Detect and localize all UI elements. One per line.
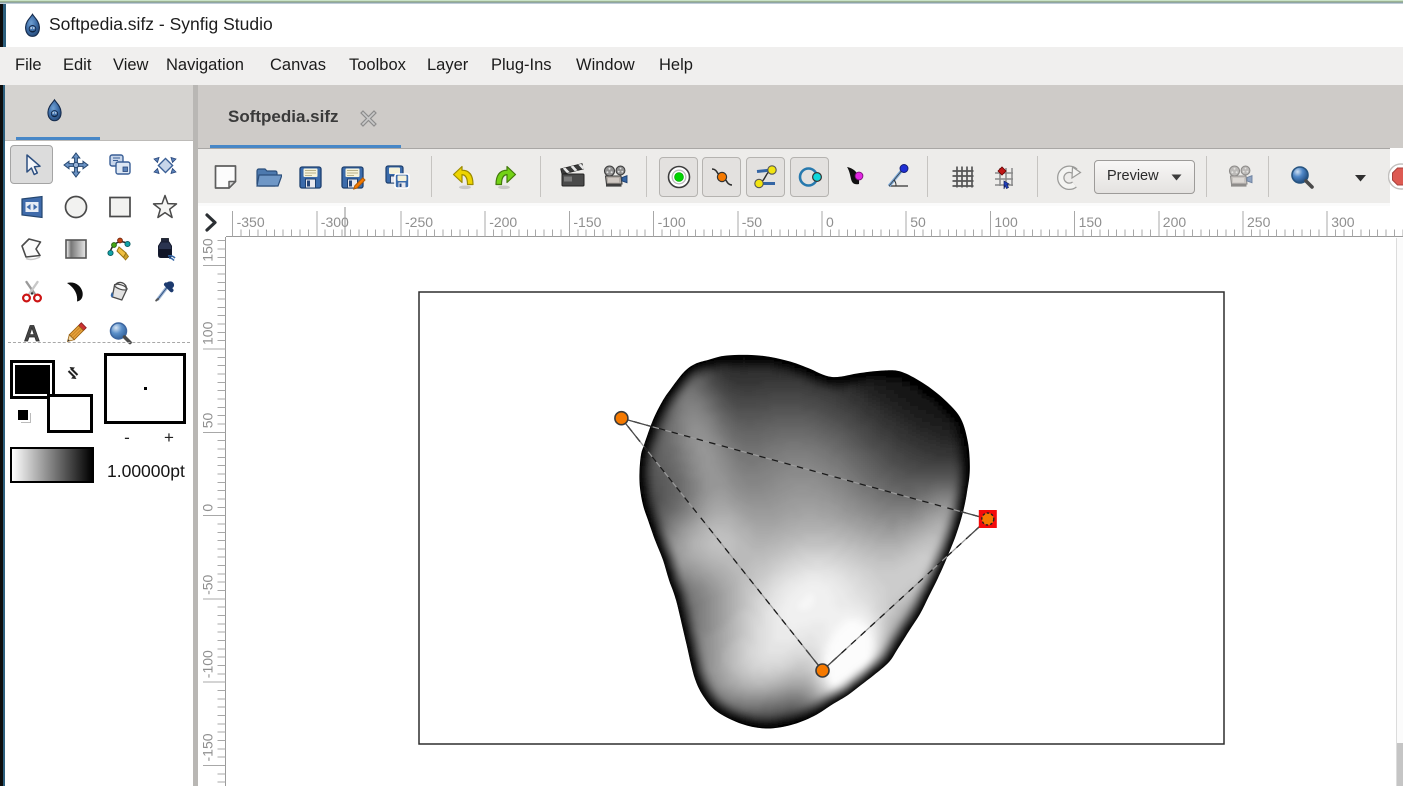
svg-text:-150: -150 xyxy=(200,733,216,761)
svg-text:-200: -200 xyxy=(489,214,517,230)
svg-text:-100: -100 xyxy=(658,214,686,230)
svg-text:-50: -50 xyxy=(200,574,216,594)
svg-text:250: 250 xyxy=(1247,214,1271,230)
svg-text:50: 50 xyxy=(200,413,216,429)
svg-text:-50: -50 xyxy=(742,214,762,230)
svg-text:100: 100 xyxy=(994,214,1018,230)
svg-text:0: 0 xyxy=(826,214,834,230)
svg-text:150: 150 xyxy=(1079,214,1103,230)
svg-text:200: 200 xyxy=(1163,214,1187,230)
svg-text:-350: -350 xyxy=(237,214,265,230)
svg-text:-100: -100 xyxy=(200,650,216,678)
svg-text:150: 150 xyxy=(200,238,216,262)
svg-text:-250: -250 xyxy=(405,214,433,230)
svg-text:100: 100 xyxy=(200,321,216,345)
svg-text:0: 0 xyxy=(200,504,216,512)
svg-text:-150: -150 xyxy=(573,214,601,230)
svg-text:300: 300 xyxy=(1331,214,1355,230)
svg-text:50: 50 xyxy=(910,214,926,230)
